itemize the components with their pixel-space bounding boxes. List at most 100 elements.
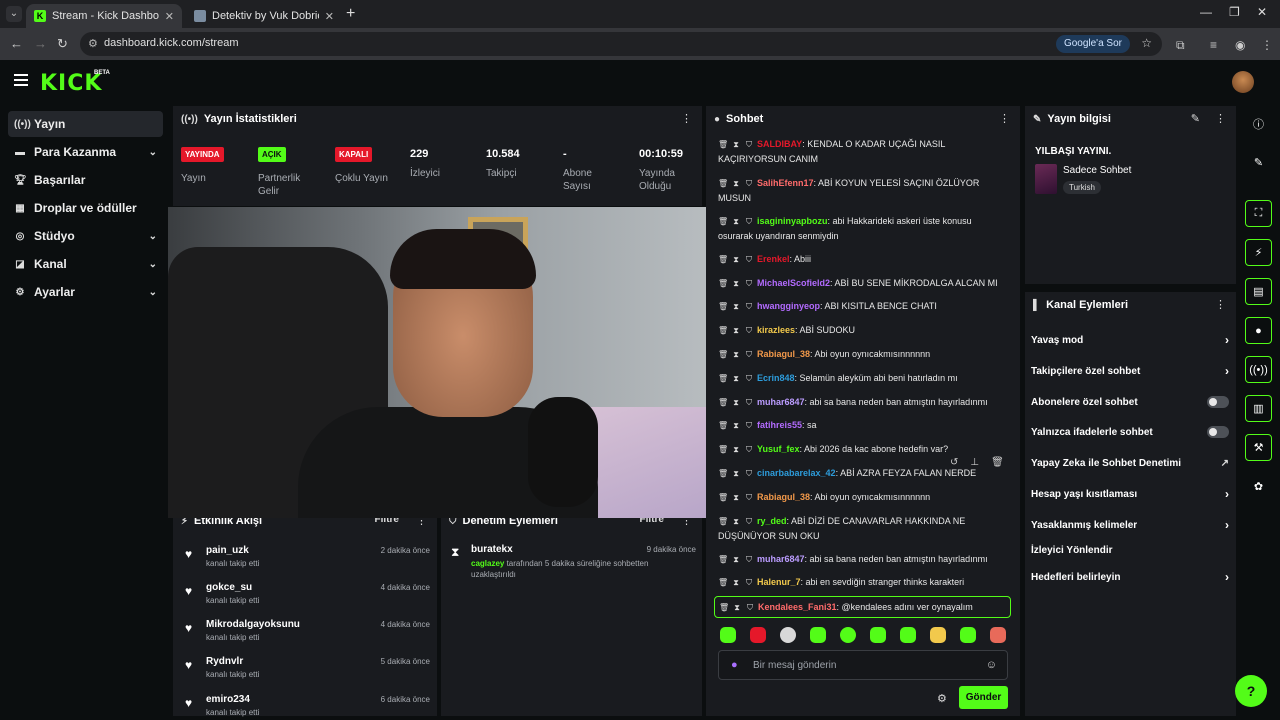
restore-icon[interactable]: ❐	[1229, 5, 1240, 19]
trash-icon[interactable]: 🗑︎	[718, 276, 728, 291]
chat-message[interactable]: 🗑︎ ⧗ ⛉ isagininyapbozu: abi Hakkarideki ask…	[718, 214, 1008, 244]
emote-icon[interactable]	[780, 627, 796, 643]
undo-icon[interactable]: ↺	[950, 457, 958, 468]
hourglass-icon[interactable]: ⧗	[731, 214, 741, 229]
follower-name[interactable]: Rydnvlr	[206, 656, 243, 667]
sidebar-item-droplar[interactable]: ▦ Droplar ve ödüller	[8, 195, 163, 221]
shield-icon[interactable]: ⛉	[744, 214, 754, 229]
chat-input[interactable]: ● Bir mesaj gönderin ☺	[718, 650, 1008, 680]
chat-message[interactable]: 🗑︎ ⧗ ⛉ SALDIBAY: KENDAL O KADAR UÇAĞI NASIL…	[718, 137, 1008, 167]
hourglass-icon[interactable]: ⧗	[731, 299, 741, 314]
sidebar-item-ayarlar[interactable]: ⚙ Ayarlar ⌄	[8, 279, 163, 305]
forward-icon[interactable]: →	[34, 36, 47, 51]
trash-icon[interactable]: 🗑︎	[718, 252, 728, 267]
sidebar-item-basarilar[interactable]: 🏆︎ Başarılar	[8, 167, 163, 193]
bookmark-star-icon[interactable]: ☆	[1141, 36, 1152, 50]
hamburger-menu-icon[interactable]	[14, 74, 28, 86]
chat-username[interactable]: Kendalees_Fani31	[758, 602, 837, 612]
chat-username[interactable]: muhar6847	[757, 397, 805, 407]
follower-name[interactable]: gokce_su	[206, 582, 252, 593]
media-icon[interactable]: ≡	[1210, 38, 1217, 52]
chat-message[interactable]: 🗑︎ ⧗ ⛉ MichaelScofield2: ABİ BU SENE MİKROD…	[718, 276, 1008, 291]
kebab-menu-icon[interactable]: ⋮	[1215, 298, 1226, 311]
chat-username[interactable]: Halenur_7	[757, 577, 801, 587]
trash-icon[interactable]: 🗑︎	[718, 552, 728, 567]
hourglass-icon[interactable]: ⧗	[731, 276, 741, 291]
trash-icon[interactable]: 🗑︎	[718, 214, 728, 229]
minimize-icon[interactable]: —	[1200, 5, 1212, 19]
trash-icon[interactable]: 🗑︎	[718, 442, 728, 457]
shield-icon[interactable]: ⛉	[744, 466, 754, 481]
shield-icon[interactable]: ⛉	[744, 252, 754, 267]
emote-icon[interactable]	[930, 627, 946, 643]
sidebar-item-yayin[interactable]: ((•)) Yayın	[8, 111, 163, 137]
chat-message[interactable]: 🗑︎ ⧗ ⛉ fatihreis55: sa	[718, 418, 1008, 433]
sidebar-item-kanal[interactable]: ◪ Kanal ⌄	[8, 251, 163, 277]
tab-search-icon[interactable]: ⌄	[6, 6, 22, 22]
chat-message[interactable]: 🗑︎ ⧗ ⛉ ry_ded: ABİ DİZİ DE CANAVARLAR HAKKI…	[718, 514, 1008, 544]
emote-icon[interactable]	[960, 627, 976, 643]
hourglass-icon[interactable]: ⧗	[731, 347, 741, 362]
profile-icon[interactable]: ◉	[1235, 38, 1245, 52]
trash-icon[interactable]: 🗑︎	[718, 323, 728, 338]
hourglass-icon[interactable]: ⧗	[731, 552, 741, 567]
chat-message[interactable]: 🗑︎ ⧗ ⛉ Rabiagul_38: Abi oyun oynıcakmısınnn…	[718, 490, 1008, 505]
emoji-icon[interactable]: ☺	[986, 659, 997, 671]
url-field[interactable]: ⚙ dashboard.kick.com/stream Google'a Sor…	[80, 32, 1162, 56]
shield-icon[interactable]: ⛉	[744, 371, 754, 386]
chat-username[interactable]: Ecrin848	[757, 373, 795, 383]
emote-icon[interactable]	[990, 627, 1006, 643]
chat-message[interactable]: 🗑︎ ⧗ ⛉ hwangginyeop: ABI KISITLA BENCE CHAT…	[718, 299, 1008, 314]
tools-icon[interactable]: ⚒	[1245, 434, 1272, 461]
category-name[interactable]: Sadece Sohbet	[1063, 165, 1131, 176]
reload-icon[interactable]: ↻	[57, 36, 68, 52]
chat-username[interactable]: Rabiagul_38	[757, 492, 810, 502]
trash-icon[interactable]: 🗑︎	[719, 600, 729, 615]
tab-detektiv[interactable]: Detektiv by Vuk Dobric ✕	[186, 4, 342, 28]
kebab-menu-icon[interactable]: ⋮	[681, 112, 692, 125]
browser-menu-icon[interactable]: ⋮	[1261, 38, 1273, 52]
extensions-icon[interactable]: ⧉	[1176, 38, 1185, 53]
account-age-row[interactable]: Hesap yaşı kısıtlaması ›	[1031, 484, 1229, 504]
shield-icon[interactable]: ⛉	[744, 514, 754, 529]
window-close-icon[interactable]: ✕	[1257, 5, 1267, 19]
hourglass-icon[interactable]: ⧗	[731, 466, 741, 481]
chat-username[interactable]: ry_ded	[757, 516, 787, 526]
hourglass-icon[interactable]: ⧗	[731, 176, 741, 191]
emote-icon[interactable]	[870, 627, 886, 643]
help-icon[interactable]: ?	[1235, 675, 1267, 707]
broadcast-icon[interactable]: ((•))	[1245, 356, 1272, 383]
chat-icon[interactable]: ●	[1245, 317, 1272, 344]
shield-icon[interactable]: ⛉	[744, 552, 754, 567]
emotes-only-toggle[interactable]	[1207, 426, 1229, 438]
kebab-menu-icon[interactable]: ⋮	[999, 112, 1010, 125]
follower-name[interactable]: Mikrodalgayoksunu	[206, 619, 300, 630]
follower-name[interactable]: emiro234	[206, 694, 250, 705]
emote-icon[interactable]	[750, 627, 766, 643]
tab-kick-dashboard[interactable]: K Stream - Kick Dashboard ✕	[26, 4, 182, 28]
banned-words-row[interactable]: Yasaklanmış kelimeler ›	[1031, 515, 1229, 535]
close-icon[interactable]: ✕	[165, 10, 174, 23]
shield-icon[interactable]: ⛉	[744, 276, 754, 291]
chat-settings-icon[interactable]: ⚙	[937, 692, 947, 705]
chat-username[interactable]: kirazlees	[757, 325, 795, 335]
subscribers-only-toggle[interactable]	[1207, 396, 1229, 408]
chat-message[interactable]: 🗑︎ ⧗ ⛉ muhar6847: abi sa bana neden ban atm…	[718, 395, 1008, 410]
chat-message[interactable]: 🗑︎ ⧗ ⛉ SalihEfenn17: ABİ KOYUN YELESİ SAÇIN…	[718, 176, 1008, 206]
trash-icon[interactable]: 🗑︎	[718, 490, 728, 505]
hourglass-icon[interactable]: ⧗	[731, 323, 741, 338]
trash-icon[interactable]: 🗑︎	[991, 457, 1004, 468]
bolt-icon[interactable]: ⚡︎	[1245, 239, 1272, 266]
emote-icon[interactable]	[840, 627, 856, 643]
chat-message[interactable]: 🗑︎ ⧗ ⛉ muhar6847: abi sa bana neden ban atm…	[718, 552, 1008, 567]
emote-icon[interactable]	[720, 627, 736, 643]
set-goals-row[interactable]: Hedefleri belirleyin ›	[1031, 567, 1229, 587]
shield-icon[interactable]: ⛉	[744, 137, 754, 152]
trash-icon[interactable]: 🗑︎	[718, 466, 728, 481]
chat-username[interactable]: Rabiagul_38	[757, 349, 810, 359]
sidebar-item-para-kazanma[interactable]: ▬ Para Kazanma ⌄	[8, 139, 163, 165]
chat-message[interactable]: 🗑︎ ⧗ ⛉ Erenkel: Abiii	[718, 252, 1008, 267]
moderator-name[interactable]: caglazey	[471, 559, 504, 568]
chat-username[interactable]: fatihreis55	[757, 420, 802, 430]
trash-icon[interactable]: 🗑︎	[718, 371, 728, 386]
